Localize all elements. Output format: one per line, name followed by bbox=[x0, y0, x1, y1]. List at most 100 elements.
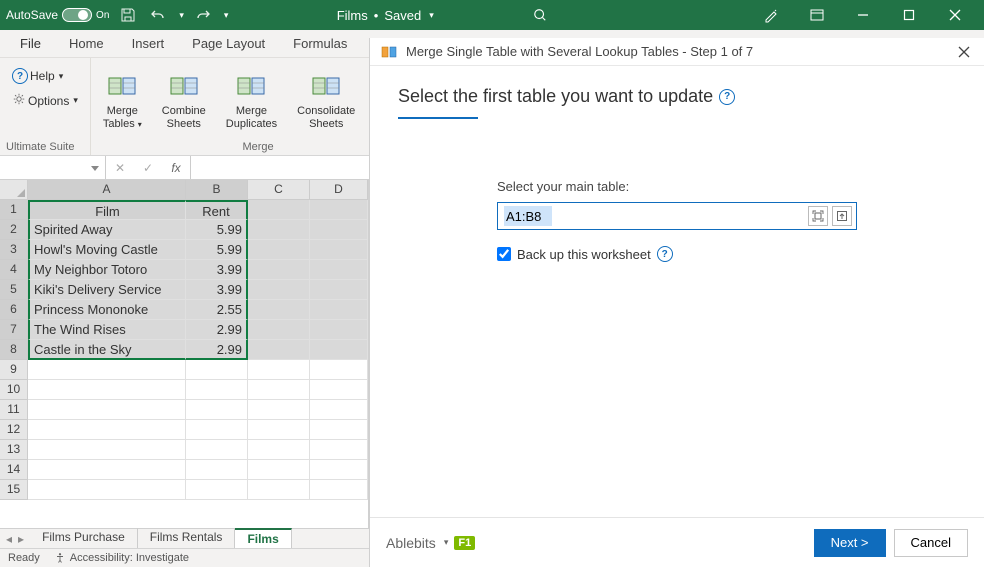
cell[interactable] bbox=[310, 340, 368, 360]
row-header[interactable]: 7 bbox=[0, 320, 28, 340]
row-header[interactable]: 6 bbox=[0, 300, 28, 320]
cell[interactable] bbox=[310, 380, 368, 400]
cell[interactable] bbox=[186, 480, 248, 500]
cell[interactable] bbox=[248, 440, 310, 460]
cell[interactable] bbox=[310, 460, 368, 480]
cell[interactable]: The Wind Rises bbox=[28, 320, 186, 340]
ribbon-display-icon[interactable] bbox=[794, 0, 840, 30]
col-header-C[interactable]: C bbox=[248, 180, 310, 200]
cell[interactable] bbox=[186, 440, 248, 460]
consolidate-sheets-button[interactable]: ConsolidateSheets bbox=[291, 69, 361, 133]
cell[interactable] bbox=[186, 380, 248, 400]
cell[interactable]: 5.99 bbox=[186, 220, 248, 240]
select-range-icon[interactable] bbox=[808, 206, 828, 226]
col-header-D[interactable]: D bbox=[310, 180, 368, 200]
select-all-cell[interactable] bbox=[0, 180, 28, 200]
help-icon[interactable]: ? bbox=[657, 246, 673, 262]
merge-duplicates-button[interactable]: MergeDuplicates bbox=[220, 69, 283, 133]
cell[interactable] bbox=[248, 400, 310, 420]
fx-icon[interactable]: fx bbox=[162, 161, 190, 175]
cell[interactable] bbox=[248, 480, 310, 500]
row-header[interactable]: 9 bbox=[0, 360, 28, 380]
cell[interactable]: 3.99 bbox=[186, 260, 248, 280]
accessibility-status[interactable]: Accessibility: Investigate bbox=[54, 552, 189, 564]
cell[interactable] bbox=[186, 360, 248, 380]
ribbon-tab-home[interactable]: Home bbox=[55, 30, 118, 57]
cell[interactable] bbox=[248, 200, 310, 220]
cell[interactable] bbox=[186, 400, 248, 420]
sheet-tab[interactable]: Films Rentals bbox=[138, 528, 236, 549]
cell[interactable] bbox=[28, 400, 186, 420]
cell[interactable]: 2.99 bbox=[186, 320, 248, 340]
ribbon-tab-file[interactable]: File bbox=[6, 30, 55, 57]
cell[interactable] bbox=[248, 360, 310, 380]
search-icon[interactable] bbox=[440, 5, 640, 25]
save-icon[interactable] bbox=[117, 4, 139, 26]
cell[interactable]: 5.99 bbox=[186, 240, 248, 260]
cell[interactable] bbox=[310, 240, 368, 260]
cell[interactable]: Film bbox=[28, 200, 186, 220]
cell[interactable] bbox=[28, 480, 186, 500]
name-box[interactable] bbox=[0, 156, 106, 179]
row-header[interactable]: 12 bbox=[0, 420, 28, 440]
cell[interactable] bbox=[248, 220, 310, 240]
ribbon-tab-formulas[interactable]: Formulas bbox=[279, 30, 361, 57]
cell[interactable] bbox=[28, 380, 186, 400]
cell[interactable]: Spirited Away bbox=[28, 220, 186, 240]
cell[interactable] bbox=[310, 300, 368, 320]
spreadsheet-grid[interactable]: ABCD 1FilmRent2Spirited Away5.993Howl's … bbox=[0, 180, 369, 529]
cell[interactable] bbox=[28, 440, 186, 460]
toggle-switch[interactable] bbox=[62, 8, 92, 22]
undo-icon[interactable] bbox=[147, 4, 169, 26]
cell[interactable] bbox=[310, 480, 368, 500]
minimize-button[interactable] bbox=[840, 0, 886, 30]
cell[interactable] bbox=[310, 400, 368, 420]
doc-status-dropdown-icon[interactable]: ▾ bbox=[429, 10, 434, 21]
enter-formula-icon[interactable]: ✓ bbox=[134, 161, 162, 175]
cell[interactable] bbox=[248, 300, 310, 320]
cell[interactable]: Howl's Moving Castle bbox=[28, 240, 186, 260]
row-header[interactable]: 14 bbox=[0, 460, 28, 480]
cell[interactable] bbox=[310, 320, 368, 340]
row-header[interactable]: 15 bbox=[0, 480, 28, 500]
row-header[interactable]: 11 bbox=[0, 400, 28, 420]
cell[interactable]: Kiki's Delivery Service bbox=[28, 280, 186, 300]
row-header[interactable]: 3 bbox=[0, 240, 28, 260]
cell[interactable]: My Neighbor Totoro bbox=[28, 260, 186, 280]
redo-icon[interactable] bbox=[192, 4, 214, 26]
cell[interactable] bbox=[248, 380, 310, 400]
cancel-button[interactable]: Cancel bbox=[894, 529, 968, 557]
backup-checkbox-row[interactable]: Back up this worksheet ? bbox=[497, 246, 857, 262]
cell[interactable]: Princess Mononoke bbox=[28, 300, 186, 320]
help-icon[interactable]: ? bbox=[719, 89, 735, 105]
cell[interactable] bbox=[28, 360, 186, 380]
options-button[interactable]: Options ▾ bbox=[8, 90, 82, 111]
cell[interactable] bbox=[28, 420, 186, 440]
expand-selection-icon[interactable] bbox=[832, 206, 852, 226]
cell[interactable]: Rent bbox=[186, 200, 248, 220]
autosave-toggle[interactable]: AutoSave On bbox=[6, 8, 109, 22]
pen-icon[interactable] bbox=[748, 0, 794, 30]
col-header-B[interactable]: B bbox=[186, 180, 248, 200]
maximize-button[interactable] bbox=[886, 0, 932, 30]
cell[interactable] bbox=[248, 340, 310, 360]
ribbon-tab-page-layout[interactable]: Page Layout bbox=[178, 30, 279, 57]
cell[interactable] bbox=[310, 420, 368, 440]
sheet-tab[interactable]: Films Purchase bbox=[30, 528, 138, 549]
cell[interactable] bbox=[248, 260, 310, 280]
help-button[interactable]: ? Help ▾ bbox=[8, 66, 67, 86]
cell[interactable] bbox=[28, 460, 186, 480]
dialog-close-button[interactable] bbox=[954, 42, 974, 62]
cell[interactable] bbox=[248, 280, 310, 300]
range-input[interactable] bbox=[504, 206, 552, 226]
cell[interactable]: 2.99 bbox=[186, 340, 248, 360]
document-status[interactable]: Saved bbox=[384, 8, 421, 23]
cell[interactable] bbox=[310, 280, 368, 300]
combine-sheets-button[interactable]: CombineSheets bbox=[156, 69, 212, 133]
backup-checkbox[interactable] bbox=[497, 247, 511, 261]
cell[interactable] bbox=[248, 320, 310, 340]
cell[interactable] bbox=[186, 420, 248, 440]
close-button[interactable] bbox=[932, 0, 978, 30]
cell[interactable] bbox=[310, 360, 368, 380]
next-button[interactable]: Next > bbox=[814, 529, 886, 557]
